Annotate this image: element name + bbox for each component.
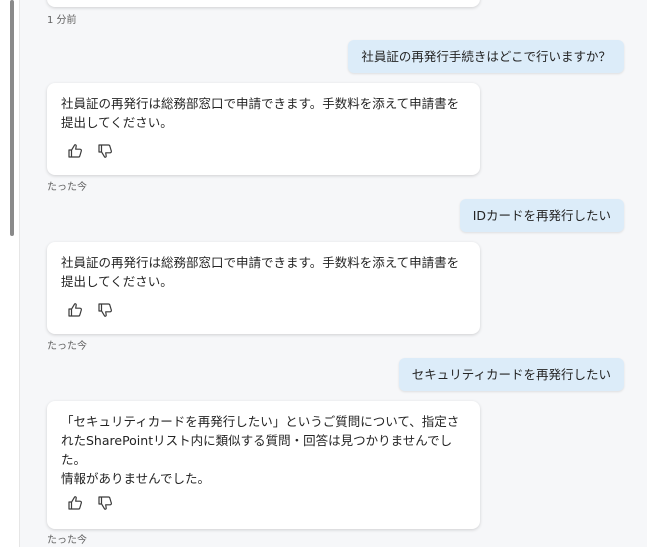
thumbs-up-icon[interactable] — [67, 143, 83, 159]
message-timestamp: たった今 — [47, 341, 87, 352]
bot-message-card: 社員証の再発行は総務部窓口で申請できます。手数料を添えて申請書を 提出してくださ… — [47, 242, 480, 334]
message-timestamp: たった今 — [47, 535, 87, 546]
message-timestamp: たった今 — [47, 182, 87, 193]
thumbs-down-icon[interactable] — [97, 302, 113, 318]
previous-bot-message-card — [47, 0, 480, 7]
thumbs-down-icon[interactable] — [97, 495, 113, 511]
feedback-actions — [67, 143, 113, 159]
thumbs-up-icon[interactable] — [67, 495, 83, 511]
scrollbar-thumb[interactable] — [10, 0, 14, 236]
bot-message-text: 「セキュリティカードを再発行したい」というご質問について、指定さ れたShare… — [61, 414, 460, 486]
thumbs-up-icon[interactable] — [67, 302, 83, 318]
bot-message-card: 「セキュリティカードを再発行したい」というご質問について、指定さ れたShare… — [47, 401, 480, 529]
message-timestamp: 1 分前 — [47, 15, 77, 26]
user-message-bubble: セキュリティカードを再発行したい — [398, 358, 624, 391]
user-message-bubble: IDカードを再発行したい — [459, 199, 624, 232]
bot-message-card: 社員証の再発行は総務部窓口で申請できます。手数料を添えて申請書を 提出してくださ… — [47, 83, 480, 175]
feedback-actions — [67, 495, 113, 511]
user-message-bubble: 社員証の再発行手続きはどこで行いますか？ — [348, 40, 624, 73]
thumbs-down-icon[interactable] — [97, 143, 113, 159]
bot-message-text: 社員証の再発行は総務部窓口で申請できます。手数料を添えて申請書を 提出してくださ… — [61, 96, 460, 130]
feedback-actions — [67, 302, 113, 318]
bot-message-text: 社員証の再発行は総務部窓口で申請できます。手数料を添えて申請書を 提出してくださ… — [61, 255, 460, 289]
